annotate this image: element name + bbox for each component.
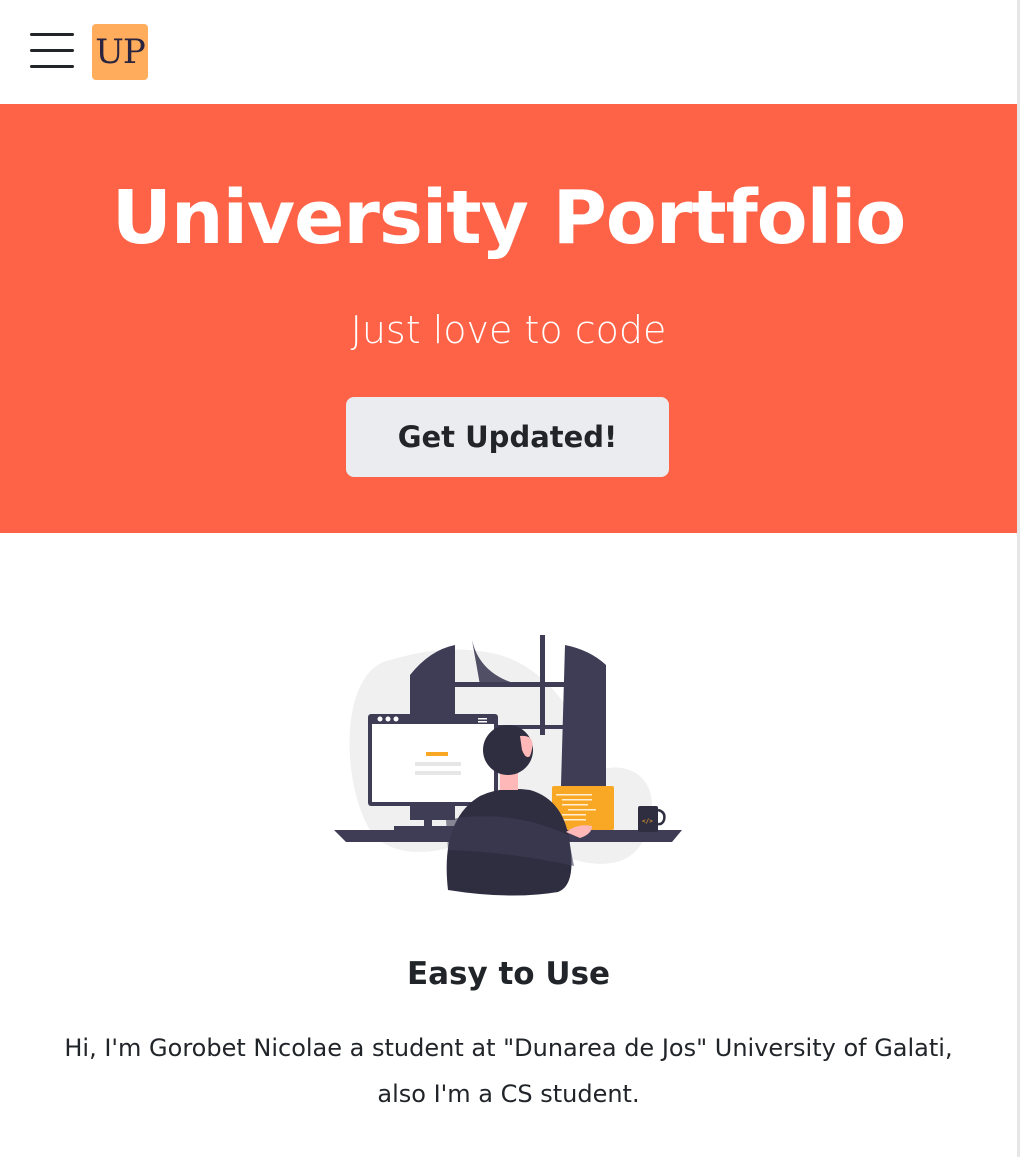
monitor-text-line (415, 771, 461, 775)
hamburger-menu-icon[interactable] (30, 33, 74, 69)
window-bar-vertical (540, 635, 545, 735)
feature-title: Easy to Use (406, 956, 611, 992)
monitor-dot (393, 716, 399, 722)
hero-title: University Portfolio (111, 175, 906, 261)
monitor-text-line (415, 762, 461, 766)
navbar: UP (0, 0, 1017, 104)
monitor-dot (385, 716, 391, 722)
get-updated-button[interactable]: Get Updated! (346, 397, 669, 477)
feature-description: Hi, I'm Gorobet Nicolae a student at "Du… (64, 1034, 953, 1108)
hero-tagline: Just love to code (350, 308, 667, 352)
monitor-dot (377, 716, 383, 722)
menu-line (30, 65, 74, 68)
code-line (562, 814, 586, 816)
illustration-svg: </> (334, 635, 682, 896)
monitor-accent-bar (426, 752, 448, 756)
monitor-menu-line (478, 721, 487, 723)
code-line (568, 809, 596, 811)
programmer-at-desk-illustration: </> (330, 630, 690, 900)
monitor-menu-line (478, 718, 487, 720)
monitor-stand (424, 806, 432, 828)
menu-line (30, 33, 74, 36)
brand-logo[interactable]: UP (92, 24, 148, 80)
code-line (562, 804, 588, 806)
hero-section: University Portfolio Just love to code G… (0, 104, 1017, 533)
code-line (562, 799, 592, 801)
menu-line (30, 49, 74, 52)
mug-code-symbol: </> (642, 818, 653, 825)
code-line (556, 794, 592, 796)
mug-handle (657, 808, 666, 826)
